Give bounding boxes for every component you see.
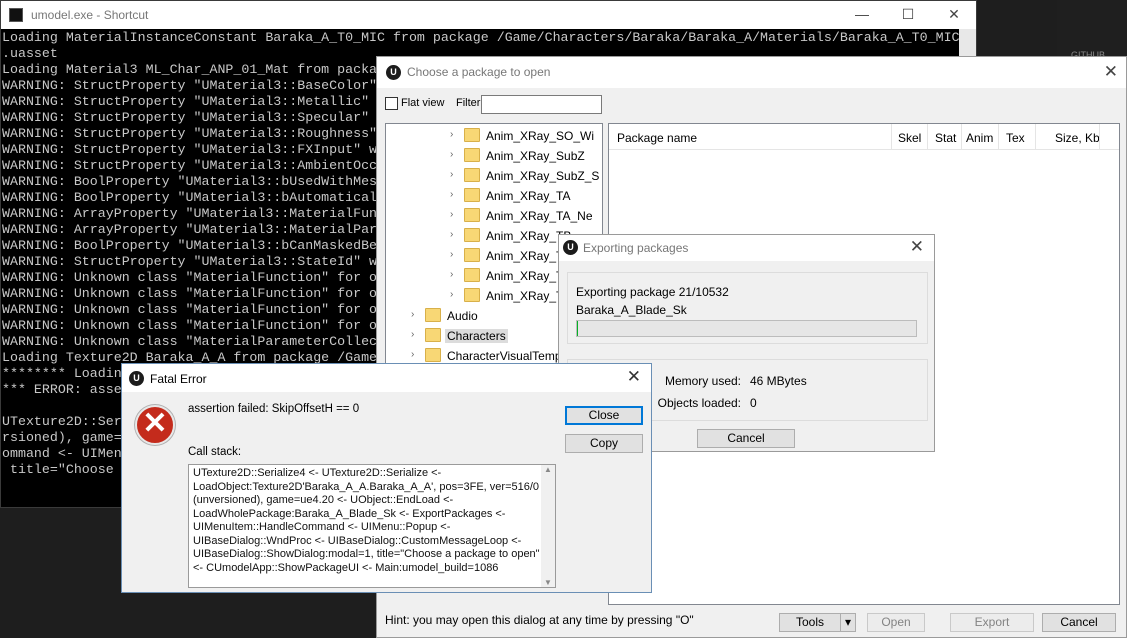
unreal-logo-icon: U: [386, 65, 401, 80]
unreal-logo-icon: U: [129, 371, 144, 386]
folder-icon: [464, 228, 480, 242]
package-list-header: Package name Skel Stat Anim Tex Size, Kb: [609, 124, 1119, 150]
memory-label: Memory used:: [664, 374, 741, 388]
chevron-right-icon[interactable]: ›: [450, 269, 453, 280]
column-skel[interactable]: Skel: [898, 131, 921, 145]
maximize-button[interactable]: ☐: [885, 1, 931, 29]
export-cancel-button[interactable]: Cancel: [697, 429, 795, 448]
folder-icon: [464, 208, 480, 222]
column-separator[interactable]: [1035, 124, 1036, 150]
chevron-right-icon[interactable]: ›: [411, 329, 414, 340]
column-separator[interactable]: [927, 124, 928, 150]
column-anim[interactable]: Anim: [966, 131, 993, 145]
fatal-dialog-titlebar[interactable]: U Fatal Error ✕: [122, 364, 651, 392]
chevron-right-icon[interactable]: ›: [450, 209, 453, 220]
unreal-logo-icon: U: [563, 240, 578, 255]
background-window: GITHUB: [1057, 0, 1127, 60]
chevron-right-icon[interactable]: ›: [450, 129, 453, 140]
open-button[interactable]: Open: [867, 613, 925, 632]
package-dialog-titlebar[interactable]: U Choose a package to open ✕: [377, 57, 1126, 88]
close-button[interactable]: Close: [565, 406, 643, 425]
objects-label: Objects loaded:: [657, 396, 741, 410]
folder-icon: [464, 168, 480, 182]
callstack-box[interactable]: UTexture2D::Serialize4 <- UTexture2D::Se…: [188, 464, 556, 588]
fatal-error-dialog: U Fatal Error ✕ ✕ assertion failed: Skip…: [121, 363, 652, 593]
folder-icon: [464, 128, 480, 142]
fatal-dialog-title: Fatal Error: [150, 372, 207, 386]
tree-item-label: CharacterVisualTemplat: [447, 349, 575, 363]
column-tex[interactable]: Tex: [1006, 131, 1025, 145]
package-dialog-title: Choose a package to open: [407, 65, 551, 79]
chevron-right-icon[interactable]: ›: [450, 249, 453, 260]
tree-item-label: Anim_XRay_TA_Ne: [486, 209, 593, 223]
console-line: Loading MaterialInstanceConstant Baraka_…: [2, 30, 960, 45]
column-separator[interactable]: [961, 124, 962, 150]
tools-button[interactable]: Tools: [779, 613, 841, 632]
chevron-right-icon[interactable]: ›: [411, 349, 414, 360]
callstack-scrollbar[interactable]: ▲ ▼: [541, 465, 555, 587]
close-icon[interactable]: ✕: [627, 367, 641, 387]
folder-icon: [464, 148, 480, 162]
folder-icon: [425, 328, 441, 342]
chevron-right-icon[interactable]: ›: [450, 289, 453, 300]
filter-label: Filter:: [456, 97, 484, 109]
flat-view-label[interactable]: Flat view: [401, 97, 444, 109]
memory-value: 46 MBytes: [750, 374, 807, 388]
close-icon[interactable]: ✕: [1104, 62, 1118, 82]
export-button[interactable]: Export: [950, 613, 1034, 632]
console-title: umodel.exe - Shortcut: [31, 8, 149, 22]
column-size[interactable]: Size, Kb: [1055, 131, 1100, 145]
scroll-up-icon[interactable]: ▲: [541, 465, 555, 474]
tree-item-label: Characters: [445, 329, 508, 343]
progress-fill: [577, 321, 578, 336]
export-dialog-title: Exporting packages: [583, 241, 689, 255]
hint-text: Hint: you may open this dialog at any ti…: [385, 613, 694, 627]
export-dialog-titlebar[interactable]: U Exporting packages ✕: [559, 235, 934, 261]
chevron-right-icon[interactable]: ›: [450, 149, 453, 160]
objects-value: 0: [750, 396, 757, 410]
export-status: Exporting package 21/10532: [576, 285, 729, 299]
folder-icon: [464, 268, 480, 282]
console-titlebar[interactable]: umodel.exe - Shortcut — ☐ ✕: [1, 1, 976, 29]
folder-icon: [425, 308, 441, 322]
folder-icon: [464, 248, 480, 262]
flat-view-checkbox[interactable]: [385, 97, 398, 110]
console-app-icon: [9, 8, 23, 22]
copy-button[interactable]: Copy: [565, 434, 643, 453]
tools-dropdown-arrow[interactable]: ▾: [840, 613, 856, 632]
tree-item-label: Anim_XRay_SubZ: [486, 149, 585, 163]
tree-item-label: Anim_XRay_SO_Wi: [486, 129, 595, 143]
cancel-button[interactable]: Cancel: [1042, 613, 1116, 632]
tree-item-label: Audio: [447, 309, 478, 323]
tree-item-label: Anim_XRay_SubZ_S: [486, 169, 600, 183]
chevron-right-icon[interactable]: ›: [450, 169, 453, 180]
filter-input[interactable]: [481, 95, 602, 114]
column-stat[interactable]: Stat: [935, 131, 956, 145]
column-separator[interactable]: [998, 124, 999, 150]
chevron-right-icon[interactable]: ›: [450, 229, 453, 240]
minimize-button[interactable]: —: [839, 1, 885, 29]
close-button[interactable]: ✕: [931, 1, 977, 29]
scroll-down-icon[interactable]: ▼: [541, 578, 555, 587]
chevron-right-icon[interactable]: ›: [450, 189, 453, 200]
export-progress-bar: [576, 320, 917, 337]
folder-icon: [425, 348, 441, 362]
error-x-icon: ✕: [135, 405, 175, 445]
export-current-package: Baraka_A_Blade_Sk: [576, 303, 687, 317]
folder-icon: [464, 188, 480, 202]
close-icon[interactable]: ✕: [910, 237, 924, 257]
error-message: assertion failed: SkipOffsetH == 0: [188, 403, 360, 415]
callstack-text: UTexture2D::Serialize4 <- UTexture2D::Se…: [193, 467, 540, 574]
column-package-name[interactable]: Package name: [617, 131, 697, 145]
column-separator[interactable]: [891, 124, 892, 150]
tree-item-label: Anim_XRay_TA: [486, 189, 571, 203]
column-separator[interactable]: [1099, 124, 1100, 150]
chevron-right-icon[interactable]: ›: [411, 309, 414, 320]
folder-icon: [464, 288, 480, 302]
callstack-label: Call stack:: [188, 446, 242, 458]
